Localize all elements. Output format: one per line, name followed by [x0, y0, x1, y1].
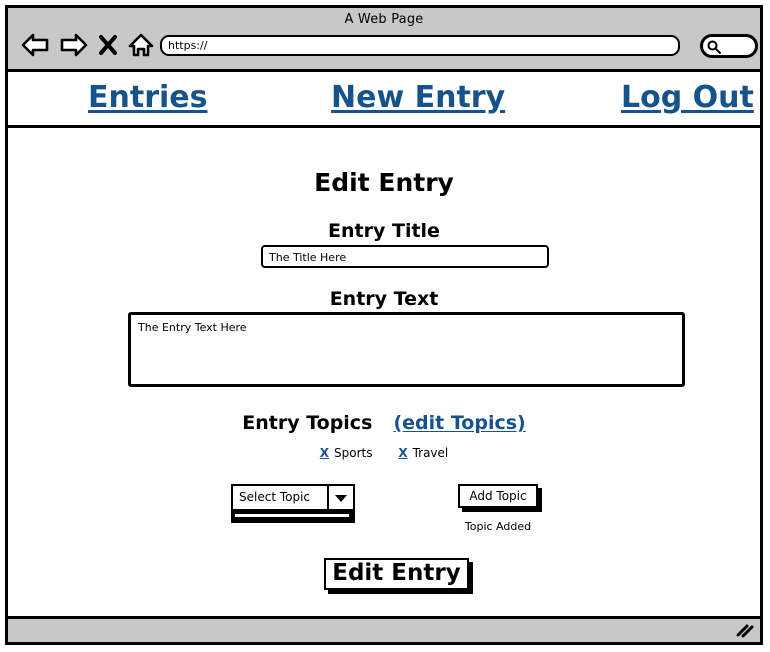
- window-title: A Web Page: [344, 12, 424, 27]
- list-item: X Sports: [320, 446, 377, 460]
- browser-chrome: A Web Page https://: [8, 8, 760, 72]
- dropdown-shadow: [231, 511, 355, 523]
- nav-link-entries[interactable]: Entries: [88, 80, 207, 115]
- chevron-down-icon[interactable]: [327, 486, 353, 509]
- remove-topic-link[interactable]: X: [398, 446, 407, 460]
- entry-topics-header: Entry Topics (edit Topics): [8, 412, 760, 434]
- edit-topics-link[interactable]: (edit Topics): [393, 412, 525, 434]
- search-input[interactable]: [700, 34, 758, 58]
- entry-topics-list: X Sports X Travel: [8, 446, 760, 460]
- page-content: Entries New Entry Log Out Edit Entry Ent…: [8, 72, 760, 616]
- forward-arrow-icon[interactable]: [59, 32, 89, 58]
- list-item: X Travel: [398, 446, 448, 460]
- url-input[interactable]: https://: [160, 35, 680, 56]
- status-badge: Topic Added: [464, 520, 532, 533]
- site-navigation: Entries New Entry Log Out: [8, 72, 760, 128]
- home-icon[interactable]: [127, 32, 155, 58]
- dropdown-control[interactable]: Select Topic: [231, 484, 355, 511]
- browser-window: A Web Page https:// Entries New Entry Lo…: [5, 5, 763, 645]
- status-bar: [8, 616, 760, 642]
- edit-entry-submit-button[interactable]: Edit Entry: [324, 558, 469, 590]
- entry-title-label: Entry Title: [328, 220, 440, 242]
- topic-name: Travel: [412, 446, 449, 460]
- topic-name: Sports: [334, 446, 373, 460]
- add-topic-button[interactable]: Add Topic: [458, 484, 538, 508]
- back-arrow-icon[interactable]: [20, 32, 50, 58]
- page-title: Edit Entry: [314, 168, 454, 197]
- browser-nav-icons: [20, 32, 155, 58]
- dropdown-selected-value: Select Topic: [239, 490, 311, 504]
- entry-topics-label: Entry Topics: [242, 412, 373, 434]
- search-icon: [706, 39, 722, 59]
- nav-link-log-out[interactable]: Log Out: [621, 80, 754, 115]
- remove-topic-link[interactable]: X: [320, 446, 329, 460]
- entry-title-input[interactable]: The Title Here: [261, 245, 549, 268]
- select-topic-dropdown[interactable]: Select Topic: [231, 484, 355, 523]
- close-x-icon[interactable]: [98, 32, 118, 58]
- entry-text-textarea[interactable]: The Entry Text Here: [128, 312, 685, 387]
- resize-grip-icon[interactable]: [736, 623, 754, 642]
- entry-text-label: Entry Text: [329, 288, 439, 310]
- nav-link-new-entry[interactable]: New Entry: [331, 80, 505, 115]
